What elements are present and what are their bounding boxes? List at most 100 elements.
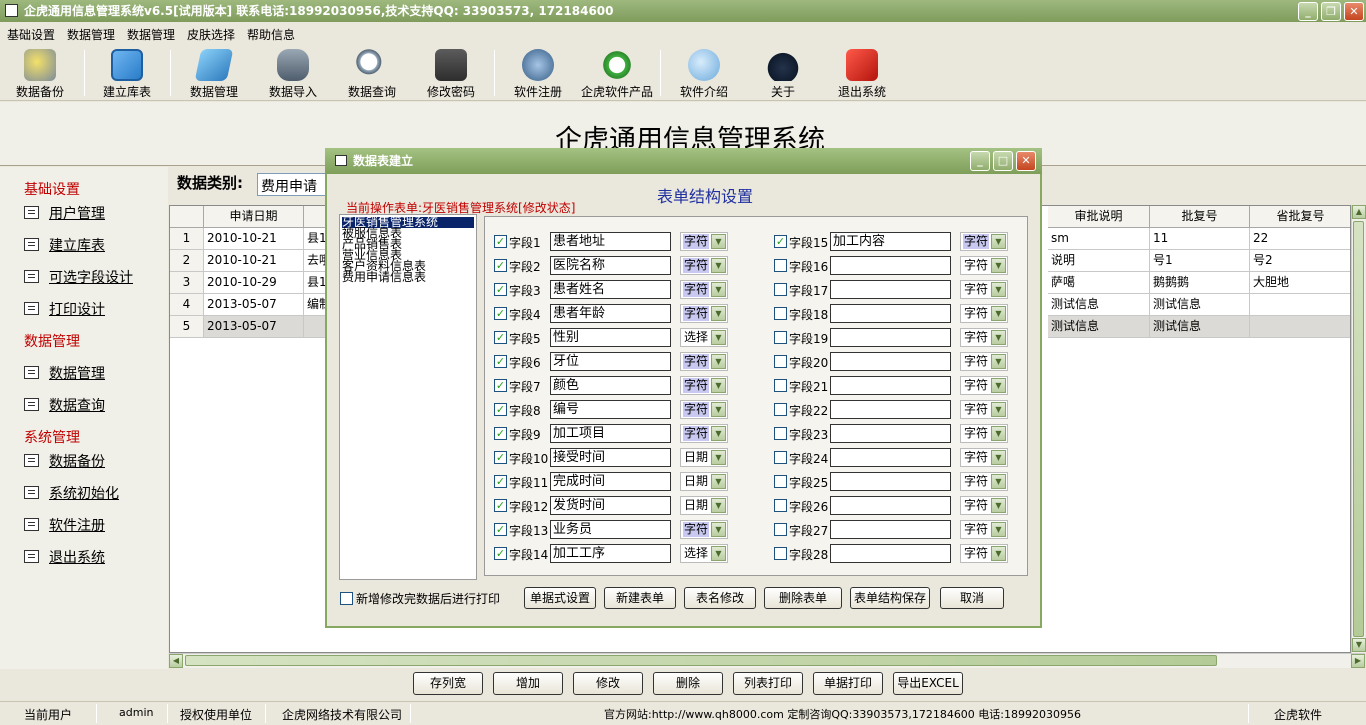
chevron-down-icon[interactable]: ▼ bbox=[711, 354, 726, 369]
table-cell[interactable]: 2010-10-29 bbox=[204, 272, 304, 294]
table-cell[interactable]: 2010-10-21 bbox=[204, 250, 304, 272]
chevron-down-icon[interactable]: ▼ bbox=[711, 306, 726, 321]
save-structure-button[interactable]: 表单结构保存 bbox=[850, 587, 930, 609]
field-name-input[interactable]: 患者地址 bbox=[550, 232, 671, 251]
field-enable-checkbox[interactable]: ✓ bbox=[494, 523, 507, 536]
field-name-input[interactable] bbox=[830, 520, 951, 539]
grid-header-approval-note[interactable]: 审批说明 bbox=[1048, 206, 1150, 228]
delete-form-button[interactable]: 删除表单 bbox=[764, 587, 842, 609]
menu-skin-select[interactable]: 皮肤选择 bbox=[187, 26, 235, 43]
scroll-right-icon[interactable]: ▶ bbox=[1351, 654, 1365, 668]
cancel-button[interactable]: 取消 bbox=[940, 587, 1004, 609]
field-name-input[interactable]: 编号 bbox=[550, 400, 671, 419]
save-column-width-button[interactable]: 存列宽 bbox=[413, 672, 483, 695]
field-name-input[interactable]: 加工内容 bbox=[830, 232, 951, 251]
receipt-style-button[interactable]: 单据式设置 bbox=[524, 587, 596, 609]
field-enable-checkbox[interactable]: ✓ bbox=[494, 331, 507, 344]
chevron-down-icon[interactable]: ▼ bbox=[991, 474, 1006, 489]
field-name-input[interactable]: 患者姓名 bbox=[550, 280, 671, 299]
toolbar-about-button[interactable]: 关于 bbox=[743, 47, 823, 99]
chevron-down-icon[interactable]: ▼ bbox=[991, 258, 1006, 273]
table-cell[interactable] bbox=[1250, 316, 1350, 338]
field-name-input[interactable]: 颜色 bbox=[550, 376, 671, 395]
field-type-select[interactable]: 字符 ▼ bbox=[680, 400, 728, 419]
print-after-save-option[interactable]: 新增修改完数据后进行打印 bbox=[340, 589, 510, 609]
table-cell[interactable]: 测试信息 bbox=[1150, 316, 1250, 338]
toolbar-exit-button[interactable]: 退出系统 bbox=[822, 47, 902, 99]
field-enable-checkbox[interactable] bbox=[774, 499, 787, 512]
field-name-input[interactable]: 加工工序 bbox=[550, 544, 671, 563]
table-cell[interactable]: 22 bbox=[1250, 228, 1350, 250]
field-type-select[interactable]: 字符 ▼ bbox=[960, 256, 1008, 275]
field-type-select[interactable]: 字符 ▼ bbox=[680, 520, 728, 539]
field-enable-checkbox[interactable] bbox=[774, 355, 787, 368]
chevron-down-icon[interactable]: ▼ bbox=[991, 234, 1006, 249]
field-type-select[interactable]: 字符 ▼ bbox=[960, 472, 1008, 491]
field-type-select[interactable]: 字符 ▼ bbox=[960, 544, 1008, 563]
field-type-select[interactable]: 字符 ▼ bbox=[960, 352, 1008, 371]
field-type-select[interactable]: 字符 ▼ bbox=[680, 376, 728, 395]
chevron-down-icon[interactable]: ▼ bbox=[991, 450, 1006, 465]
table-cell[interactable]: 测试信息 bbox=[1150, 294, 1250, 316]
chevron-down-icon[interactable]: ▼ bbox=[991, 522, 1006, 537]
field-name-input[interactable] bbox=[830, 400, 951, 419]
table-row-number[interactable]: 4 bbox=[170, 294, 204, 316]
field-enable-checkbox[interactable] bbox=[774, 379, 787, 392]
chevron-down-icon[interactable]: ▼ bbox=[711, 234, 726, 249]
table-cell[interactable]: 测试信息 bbox=[1048, 294, 1150, 316]
menu-basic-settings[interactable]: 基础设置 bbox=[7, 26, 55, 43]
field-name-input[interactable]: 牙位 bbox=[550, 352, 671, 371]
field-type-select[interactable]: 字符 ▼ bbox=[960, 400, 1008, 419]
table-cell[interactable]: 号1 bbox=[1150, 250, 1250, 272]
field-type-select[interactable]: 字符 ▼ bbox=[960, 304, 1008, 323]
field-name-input[interactable] bbox=[830, 304, 951, 323]
field-enable-checkbox[interactable]: ✓ bbox=[494, 427, 507, 440]
grid-header-reply-no[interactable]: 批复号 bbox=[1150, 206, 1250, 228]
scroll-left-icon[interactable]: ◀ bbox=[169, 654, 183, 668]
field-enable-checkbox[interactable] bbox=[774, 427, 787, 440]
chevron-down-icon[interactable]: ▼ bbox=[711, 378, 726, 393]
field-name-input[interactable] bbox=[830, 328, 951, 347]
field-enable-checkbox[interactable] bbox=[774, 331, 787, 344]
field-name-input[interactable] bbox=[830, 496, 951, 515]
table-cell[interactable]: 11 bbox=[1150, 228, 1250, 250]
table-row-number[interactable]: 5 bbox=[170, 316, 204, 338]
chevron-down-icon[interactable]: ▼ bbox=[991, 354, 1006, 369]
table-cell[interactable]: 2010-10-21 bbox=[204, 228, 304, 250]
table-cell[interactable]: 2013-05-07 bbox=[204, 294, 304, 316]
restore-button[interactable]: ❐ bbox=[1321, 2, 1341, 21]
chevron-down-icon[interactable]: ▼ bbox=[711, 546, 726, 561]
field-enable-checkbox[interactable]: ✓ bbox=[494, 283, 507, 296]
edit-button[interactable]: 修改 bbox=[573, 672, 643, 695]
table-cell[interactable] bbox=[1250, 294, 1350, 316]
toolbar-data-manage-button[interactable]: 数据管理 bbox=[174, 47, 254, 99]
field-type-select[interactable]: 字符 ▼ bbox=[960, 520, 1008, 539]
grid-header-province-reply-no[interactable]: 省批复号 bbox=[1250, 206, 1350, 228]
field-enable-checkbox[interactable] bbox=[774, 547, 787, 560]
field-name-input[interactable]: 性别 bbox=[550, 328, 671, 347]
chevron-down-icon[interactable]: ▼ bbox=[991, 378, 1006, 393]
field-type-select[interactable]: 字符 ▼ bbox=[960, 424, 1008, 443]
field-enable-checkbox[interactable] bbox=[774, 403, 787, 416]
field-enable-checkbox[interactable]: ✓ bbox=[494, 403, 507, 416]
field-enable-checkbox[interactable]: ✓ bbox=[494, 379, 507, 392]
field-type-select[interactable]: 字符 ▼ bbox=[960, 328, 1008, 347]
category-select[interactable]: 费用申请 bbox=[257, 173, 332, 196]
field-type-select[interactable]: 字符 ▼ bbox=[960, 232, 1008, 251]
menu-data-management[interactable]: 数据管理 bbox=[67, 26, 115, 43]
add-button[interactable]: 增加 bbox=[493, 672, 563, 695]
field-enable-checkbox[interactable]: ✓ bbox=[494, 259, 507, 272]
toolbar-products-button[interactable]: 企虎软件产品 bbox=[577, 47, 657, 99]
toolbar-backup-button[interactable]: 数据备份 bbox=[0, 47, 80, 99]
field-type-select[interactable]: 日期 ▼ bbox=[680, 448, 728, 467]
field-enable-checkbox[interactable]: ✓ bbox=[494, 307, 507, 320]
table-row-number[interactable]: 3 bbox=[170, 272, 204, 294]
field-type-select[interactable]: 字符 ▼ bbox=[680, 352, 728, 371]
dialog-minimize-button[interactable]: _ bbox=[970, 151, 990, 171]
field-type-select[interactable]: 选择 ▼ bbox=[680, 328, 728, 347]
chevron-down-icon[interactable]: ▼ bbox=[711, 522, 726, 537]
field-enable-checkbox[interactable]: ✓ bbox=[774, 235, 787, 248]
field-type-select[interactable]: 字符 ▼ bbox=[960, 280, 1008, 299]
toolbar-import-button[interactable]: 数据导入 bbox=[253, 47, 333, 99]
field-name-input[interactable] bbox=[830, 352, 951, 371]
